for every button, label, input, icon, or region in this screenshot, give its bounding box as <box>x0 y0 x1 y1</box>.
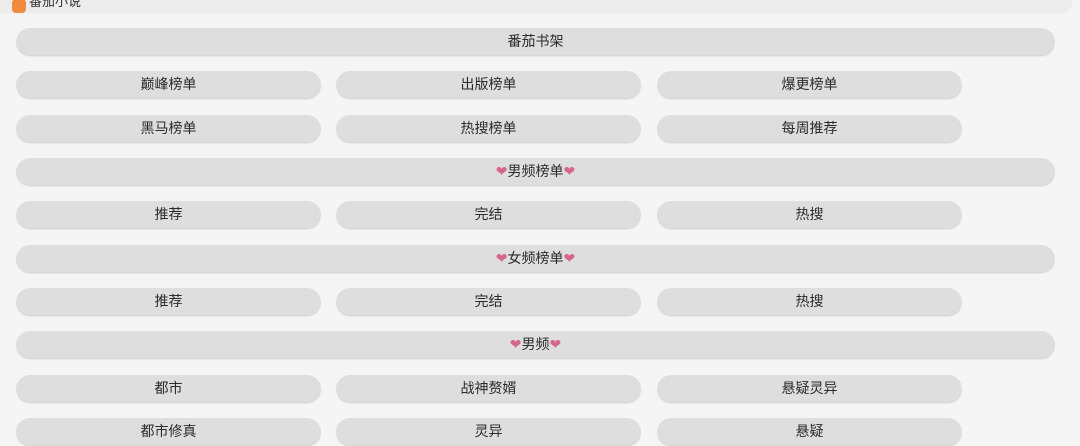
male-category-section-button[interactable]: ❤男频❤ <box>16 331 1055 359</box>
supernatural-button[interactable]: 灵异 <box>336 418 641 446</box>
button-label: 每周推荐 <box>781 121 838 137</box>
urban-cultivation-button[interactable]: 都市修真 <box>16 418 321 446</box>
button-label: 爆更榜单 <box>781 77 838 93</box>
button-label: 悬疑 <box>795 424 824 440</box>
button-label: 都市修真 <box>140 424 197 440</box>
button-label: 灵异 <box>474 424 503 440</box>
female-completed-button[interactable]: 完结 <box>336 288 641 316</box>
button-label: 热搜 <box>795 294 824 310</box>
peak-ranking-button[interactable]: 巅峰榜单 <box>16 71 321 99</box>
bookshelf-label: 番茄书架 <box>507 34 564 50</box>
heart-icon: ❤ <box>549 337 562 353</box>
button-label: 战神赘婿 <box>460 381 517 397</box>
publishing-ranking-button[interactable]: 出版榜单 <box>336 71 641 99</box>
button-label: 推荐 <box>154 294 183 310</box>
app-name: 番茄小说 <box>29 0 82 10</box>
app-logo-icon <box>12 0 26 13</box>
button-label: 推荐 <box>154 207 183 223</box>
button-label: 黑马榜单 <box>140 121 197 137</box>
section-label: 男频 <box>521 337 550 353</box>
button-label: 热搜 <box>795 207 824 223</box>
suspense-button[interactable]: 悬疑 <box>657 418 962 446</box>
male-hot-search-button[interactable]: 热搜 <box>657 201 962 229</box>
button-label: 热搜榜单 <box>460 121 517 137</box>
heart-icon: ❤ <box>495 164 508 180</box>
war-god-son-in-law-button[interactable]: 战神赘婿 <box>336 375 641 403</box>
heart-icon: ❤ <box>563 164 576 180</box>
button-label: 巅峰榜单 <box>140 77 197 93</box>
hot-search-ranking-button[interactable]: 热搜榜单 <box>336 115 641 143</box>
heart-icon: ❤ <box>509 337 522 353</box>
heart-icon: ❤ <box>563 251 576 267</box>
app-header: 番茄小说 <box>0 0 1072 13</box>
button-label: 悬疑灵异 <box>781 381 838 397</box>
suspense-supernatural-button[interactable]: 悬疑灵异 <box>657 375 962 403</box>
male-recommend-button[interactable]: 推荐 <box>16 201 321 229</box>
bookshelf-button[interactable]: 番茄书架 <box>16 28 1055 56</box>
section-label: 男频榜单 <box>507 164 564 180</box>
weekly-recommend-button[interactable]: 每周推荐 <box>657 115 962 143</box>
button-label: 完结 <box>474 294 503 310</box>
dark-horse-ranking-button[interactable]: 黑马榜单 <box>16 115 321 143</box>
button-label: 出版榜单 <box>460 77 517 93</box>
female-ranking-section-button[interactable]: ❤女频榜单❤ <box>16 245 1055 273</box>
section-label: 女频榜单 <box>507 251 564 267</box>
male-completed-button[interactable]: 完结 <box>336 201 641 229</box>
heart-icon: ❤ <box>495 251 508 267</box>
female-hot-search-button[interactable]: 热搜 <box>657 288 962 316</box>
hot-update-ranking-button[interactable]: 爆更榜单 <box>657 71 962 99</box>
female-recommend-button[interactable]: 推荐 <box>16 288 321 316</box>
male-ranking-section-button[interactable]: ❤男频榜单❤ <box>16 158 1055 186</box>
urban-category-button[interactable]: 都市 <box>16 375 321 403</box>
button-label: 都市 <box>154 381 183 397</box>
button-label: 完结 <box>474 207 503 223</box>
